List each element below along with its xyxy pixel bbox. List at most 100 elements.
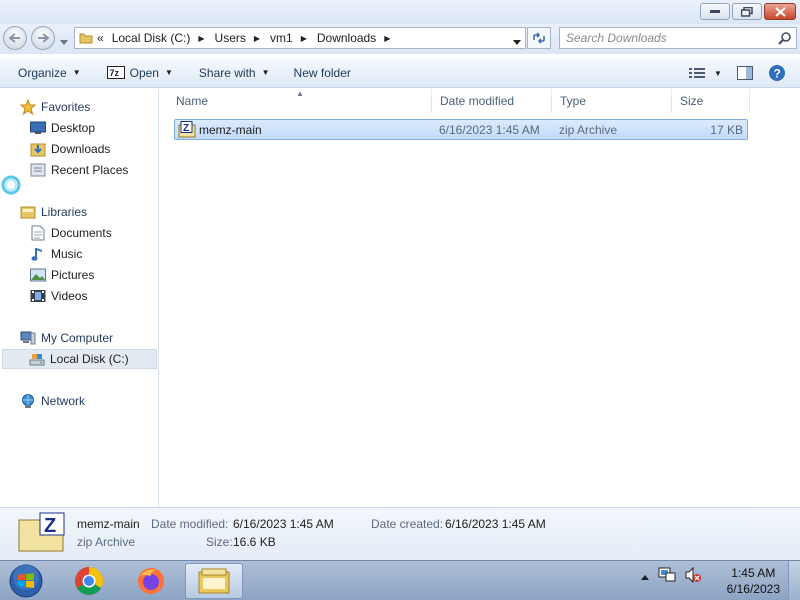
svg-text:Z: Z xyxy=(183,123,189,134)
search-placeholder: Search Downloads xyxy=(566,31,667,45)
folder-icon xyxy=(79,31,93,45)
new-folder-label: New folder xyxy=(293,65,351,80)
crumb-vm1[interactable]: vm1 xyxy=(266,31,297,45)
windows-logo-icon xyxy=(9,564,43,598)
nav-videos[interactable]: Videos xyxy=(30,286,87,306)
new-folder-button[interactable]: New folder xyxy=(288,62,357,84)
nav-local-disk[interactable]: Local Disk (C:) xyxy=(2,349,157,369)
zip-archive-large-icon: Z xyxy=(18,512,66,555)
details-date-modified: 6/16/2023 1:45 AM xyxy=(233,517,334,531)
share-with-button[interactable]: Share with ▼ xyxy=(193,62,276,84)
window-controls xyxy=(700,3,796,20)
navigation-bar: « Local Disk (C:) ▶ Users ▶ vm1 ▶ Downlo… xyxy=(0,24,800,54)
show-desktop-button[interactable] xyxy=(788,561,800,600)
details-size-label: Size: xyxy=(206,535,233,549)
crumb-local-disk[interactable]: Local Disk (C:) xyxy=(108,31,195,45)
crumb-arrow-icon[interactable]: ▶ xyxy=(250,34,266,43)
start-button[interactable] xyxy=(6,563,46,599)
nav-pictures[interactable]: Pictures xyxy=(30,265,94,285)
refresh-button[interactable] xyxy=(527,27,551,49)
nav-videos-label: Videos xyxy=(51,289,88,303)
forward-button[interactable] xyxy=(31,26,55,50)
nav-desktop[interactable]: Desktop xyxy=(30,118,95,138)
close-button[interactable] xyxy=(764,3,796,20)
nav-music-label: Music xyxy=(51,247,83,261)
chevron-down-icon xyxy=(513,40,521,45)
clock-date: 6/16/2023 xyxy=(726,582,780,596)
help-button[interactable]: ? xyxy=(764,62,790,84)
command-toolbar: Organize ▼ 7z Open ▼ Share with ▼ New fo… xyxy=(0,58,800,88)
network-icon xyxy=(20,393,36,409)
nav-recent-places-label: Recent Places xyxy=(51,163,129,177)
nav-documents[interactable]: Documents xyxy=(30,223,112,243)
desktop-icon xyxy=(30,120,46,136)
crumb-downloads[interactable]: Downloads xyxy=(313,31,380,45)
chevron-down-icon: ▼ xyxy=(164,68,173,77)
address-history-dropdown[interactable] xyxy=(513,34,521,48)
nav-favorites[interactable]: Favorites xyxy=(20,97,90,117)
column-header-size-label: Size xyxy=(680,94,704,108)
minimize-button[interactable] xyxy=(700,3,730,20)
recent-pages-dropdown[interactable] xyxy=(60,34,68,48)
nav-favorites-label: Favorites xyxy=(41,100,91,114)
organize-button[interactable]: Organize ▼ xyxy=(12,62,87,84)
nav-network[interactable]: Network xyxy=(20,391,85,411)
system-clock[interactable]: 1:45 AM 6/16/2023 xyxy=(727,565,780,597)
videos-icon xyxy=(30,288,46,304)
chrome-icon xyxy=(75,567,103,595)
change-view-button[interactable] xyxy=(684,62,710,84)
file-date-modified: 6/16/2023 1:45 AM xyxy=(439,123,540,137)
clock-time: 1:45 AM xyxy=(731,566,776,580)
column-header-type[interactable]: Type xyxy=(552,89,672,113)
crumb-arrow-icon[interactable]: ▶ xyxy=(194,34,210,43)
address-bar[interactable]: « Local Disk (C:) ▶ Users ▶ vm1 ▶ Downlo… xyxy=(74,27,526,49)
taskbar-chrome[interactable] xyxy=(60,563,118,599)
nav-my-computer[interactable]: My Computer xyxy=(20,328,113,348)
address-overflow-button[interactable]: « xyxy=(93,31,108,45)
crumb-arrow-icon[interactable]: ▶ xyxy=(380,34,396,43)
network-tray-button[interactable] xyxy=(658,567,676,586)
search-icon[interactable] xyxy=(778,31,792,48)
pictures-icon xyxy=(30,267,46,283)
7zip-icon: 7z xyxy=(106,66,125,79)
details-pane: Z memz-main zip Archive Date modified: 6… xyxy=(0,507,800,560)
back-button[interactable] xyxy=(3,26,27,50)
column-header-date-label: Date modified xyxy=(440,94,515,108)
view-details-icon xyxy=(689,68,705,78)
nav-downloads[interactable]: Downloads xyxy=(30,139,110,159)
nav-desktop-label: Desktop xyxy=(51,121,96,135)
nav-music[interactable]: Music xyxy=(30,244,82,264)
svg-text:?: ? xyxy=(774,67,781,81)
volume-tray-button[interactable] xyxy=(684,566,702,586)
nav-my-computer-label: My Computer xyxy=(41,331,114,345)
system-tray xyxy=(640,566,702,586)
chevron-up-icon xyxy=(641,574,649,580)
taskbar-explorer[interactable] xyxy=(185,563,243,599)
nav-documents-label: Documents xyxy=(51,226,112,240)
nav-libraries[interactable]: Libraries xyxy=(20,202,87,222)
crumb-users[interactable]: Users xyxy=(211,31,250,45)
nav-network-label: Network xyxy=(41,394,86,408)
minimize-icon xyxy=(710,9,720,13)
search-input[interactable]: Search Downloads xyxy=(559,27,797,49)
crumb-arrow-icon[interactable]: ▶ xyxy=(297,34,313,43)
nav-downloads-label: Downloads xyxy=(51,142,111,156)
show-hidden-icons-button[interactable] xyxy=(640,570,650,584)
column-header-date-modified[interactable]: Date modified xyxy=(432,89,552,113)
preview-pane-icon xyxy=(737,66,753,80)
restore-button[interactable] xyxy=(732,3,762,20)
preview-pane-button[interactable] xyxy=(732,62,758,84)
details-file-type: zip Archive xyxy=(77,535,136,549)
organize-label: Organize xyxy=(18,65,67,80)
open-button[interactable]: 7z Open ▼ xyxy=(101,62,179,84)
sort-ascending-icon: ▲ xyxy=(296,89,304,98)
taskbar-firefox[interactable] xyxy=(122,563,180,599)
table-row[interactable]: Z memz-main 6/16/2023 1:45 AM zip Archiv… xyxy=(174,119,748,140)
column-header-size[interactable]: Size xyxy=(672,89,750,113)
nav-recent-places[interactable]: Recent Places xyxy=(30,160,128,180)
view-options-dropdown[interactable]: ▼ xyxy=(710,62,726,84)
column-header-type-label: Type xyxy=(560,94,587,108)
restore-icon xyxy=(741,6,753,17)
chevron-down-icon: ▼ xyxy=(714,68,722,78)
open-label: Open xyxy=(129,65,159,80)
